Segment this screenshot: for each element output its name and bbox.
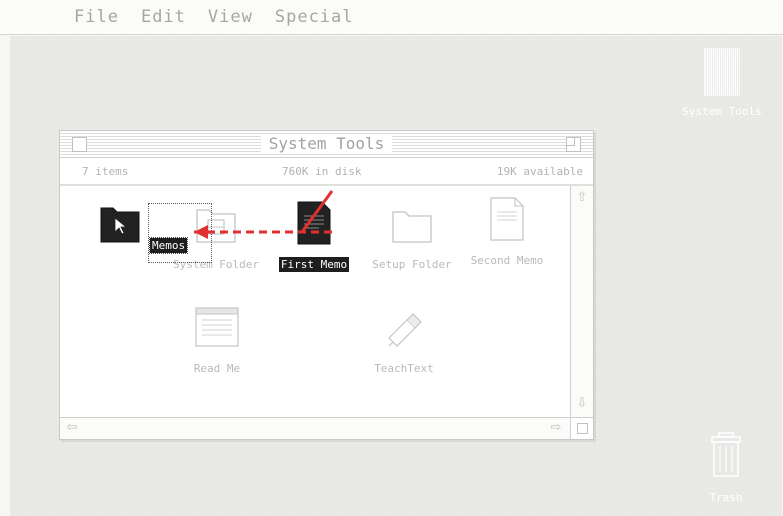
menu-file[interactable]: File <box>74 7 119 27</box>
disk-icon <box>704 48 740 96</box>
item-count: 7 items <box>82 165 129 178</box>
finder-window: System Tools 7 items 760K in disk 19K av… <box>59 130 594 440</box>
drag-arrow-annotation <box>194 190 334 239</box>
horizontal-scrollbar[interactable]: ⇦ ⇨ <box>60 417 570 439</box>
trash-icon <box>711 432 741 477</box>
menu-bar: File Edit View Special <box>0 0 783 35</box>
close-box-icon[interactable] <box>72 137 87 152</box>
menu-special[interactable]: Special <box>275 7 354 27</box>
zoom-box-icon[interactable] <box>566 137 581 152</box>
screen: File Edit View Special System Tools Tras… <box>0 0 783 516</box>
window-info-bar: 7 items 760K in disk 19K available <box>60 158 593 186</box>
menu-edit[interactable]: Edit <box>141 7 186 27</box>
window-title-bar[interactable]: System Tools <box>60 131 593 158</box>
trash[interactable]: Trash <box>696 432 756 505</box>
system-tools-disk-icon[interactable]: System Tools <box>672 48 772 119</box>
scroll-right-arrow-icon[interactable]: ⇨ <box>548 420 564 436</box>
menu-view[interactable]: View <box>208 7 253 27</box>
scroll-left-arrow-icon[interactable]: ⇦ <box>64 420 80 436</box>
vertical-scrollbar[interactable]: ⇧ ⇩ <box>570 186 593 417</box>
scroll-down-arrow-icon[interactable]: ⇩ <box>574 396 590 412</box>
size-box-icon[interactable] <box>570 417 593 439</box>
window-title: System Tools <box>260 134 393 153</box>
trash-label: Trash <box>709 491 743 504</box>
scroll-up-arrow-icon[interactable]: ⇧ <box>574 190 590 206</box>
disk-label: System Tools <box>682 105 762 118</box>
window-content: Memos System Folder First Memo Setup Fol… <box>60 186 570 417</box>
available-space: 19K available <box>496 165 583 178</box>
disk-usage: 760K in disk <box>282 165 362 178</box>
